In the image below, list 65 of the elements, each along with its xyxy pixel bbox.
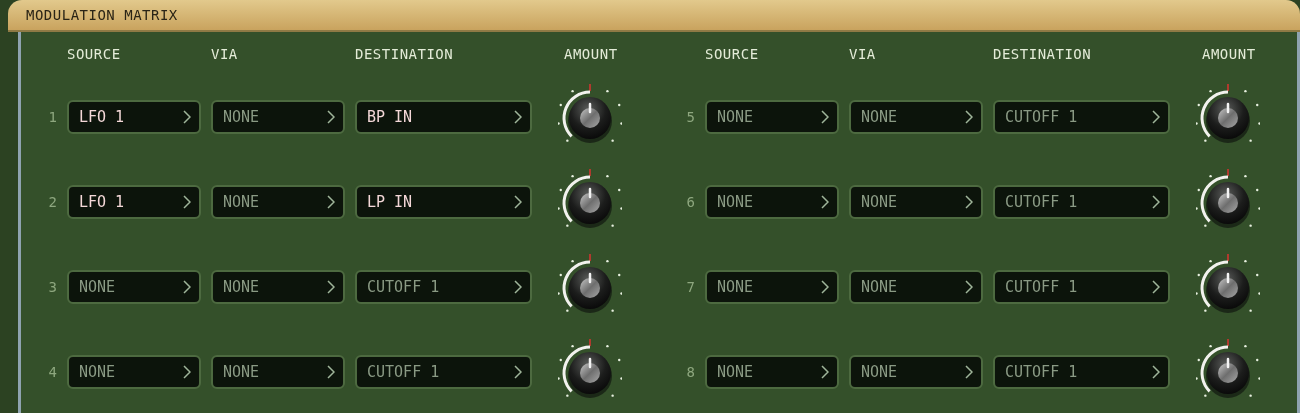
selector-dropdown[interactable]: CUTOFF 1 [993,354,1170,389]
selector-dropdown[interactable]: NONE [705,269,839,304]
chevron-icon [514,194,522,209]
selector-dropdown[interactable]: NONE [705,354,839,389]
chevron-icon [965,194,973,209]
selector-dropdown[interactable]: NONE [211,184,345,219]
chevron-icon [821,279,829,294]
slot-number: 5 [686,108,695,125]
selector-dropdown[interactable]: LFO 1 [67,184,201,219]
chevron-icon [965,279,973,294]
slot-number: 3 [48,278,57,295]
chevron-icon [327,364,335,379]
chevron-icon [821,194,829,209]
selector-dropdown[interactable]: CUTOFF 1 [993,184,1170,219]
column-header: DESTINATION [355,46,455,64]
column-header: AMOUNT [1201,46,1257,64]
selector-dropdown[interactable]: NONE [849,99,983,134]
selector-dropdown[interactable]: CUTOFF 1 [993,99,1170,134]
selector-dropdown[interactable]: CUTOFF 1 [993,269,1170,304]
chevron-icon [514,279,522,294]
selector-dropdown[interactable]: NONE [67,354,201,389]
chevron-icon [183,194,191,209]
chevron-icon [821,109,829,124]
chevron-icon [514,109,522,124]
selector-dropdown[interactable]: CUTOFF 1 [355,269,532,304]
slot-number: 6 [686,193,695,210]
selector-dropdown[interactable]: BP IN [355,99,532,134]
slot-number: 1 [48,108,57,125]
chevron-icon [1152,279,1160,294]
selector-dropdown[interactable]: NONE [705,99,839,134]
column-header: SOURCE [67,46,122,64]
chevron-icon [1152,109,1160,124]
selector-dropdown[interactable]: NONE [849,354,983,389]
selector-dropdown[interactable]: NONE [705,184,839,219]
selector-dropdown[interactable]: NONE [849,184,983,219]
selector-dropdown[interactable]: NONE [849,269,983,304]
selector-dropdown[interactable]: CUTOFF 1 [355,354,532,389]
chevron-icon [327,109,335,124]
panel-title: MODULATION MATRIX [26,7,178,23]
chevron-icon [183,279,191,294]
column-header: SOURCE [705,46,760,64]
chevron-icon [1152,194,1160,209]
column-header: VIA [849,46,877,64]
slot-number: 2 [48,193,57,210]
selector-dropdown[interactable]: NONE [211,99,345,134]
column-header: AMOUNT [563,46,619,64]
selector-dropdown[interactable]: NONE [211,354,345,389]
slot-number: 8 [686,363,695,380]
slot-number: 4 [48,363,57,380]
selector-dropdown[interactable]: LFO 1 [67,99,201,134]
chevron-icon [514,364,522,379]
selector-dropdown[interactable]: NONE [211,269,345,304]
selector-dropdown[interactable]: NONE [67,269,201,304]
chevron-icon [965,109,973,124]
chevron-icon [183,364,191,379]
selector-dropdown[interactable]: LP IN [355,184,532,219]
chevron-icon [327,279,335,294]
chevron-icon [1152,364,1160,379]
chevron-icon [327,194,335,209]
chevron-icon [183,109,191,124]
column-header: VIA [211,46,239,64]
chevron-icon [821,364,829,379]
chevron-icon [965,364,973,379]
slot-number: 7 [686,278,695,295]
column-header: DESTINATION [993,46,1093,64]
